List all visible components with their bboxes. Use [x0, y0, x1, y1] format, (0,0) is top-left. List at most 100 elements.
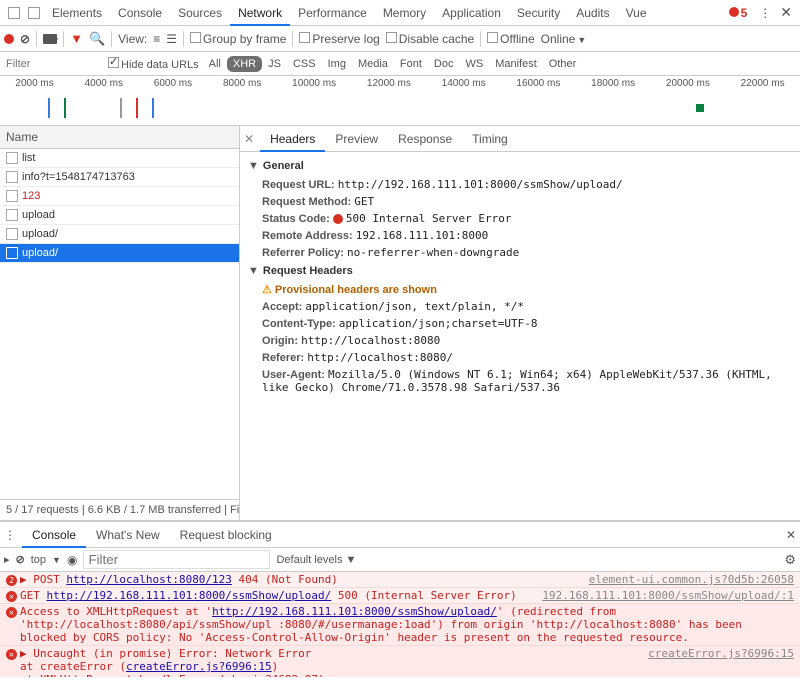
preserve-log-checkbox[interactable] — [299, 32, 310, 43]
kebab-icon[interactable]: ⋮ — [759, 6, 772, 20]
file-icon — [6, 190, 18, 202]
context-select[interactable]: top — [31, 554, 46, 566]
request-row[interactable]: list — [0, 149, 239, 168]
view-label: View: — [118, 32, 147, 46]
devtools-tabbar: ElementsConsoleSourcesNetworkPerformance… — [0, 0, 800, 26]
levels-select[interactable]: Default levels ▼ — [276, 554, 356, 566]
timeline-tick: 10000 ms — [292, 78, 336, 89]
filter-input[interactable] — [4, 56, 104, 72]
screenshot-icon[interactable] — [43, 34, 57, 44]
file-icon — [6, 247, 18, 259]
clear-icon[interactable]: ⊘ — [20, 32, 30, 46]
status-dot-icon — [333, 214, 343, 224]
filter-icon[interactable]: ▼ — [70, 31, 83, 46]
offline-checkbox[interactable] — [487, 32, 498, 43]
search-icon[interactable]: 🔍 — [89, 31, 105, 47]
hide-data-urls-checkbox[interactable] — [108, 57, 119, 68]
timeline[interactable]: 2000 ms4000 ms6000 ms8000 ms10000 ms1200… — [0, 76, 800, 126]
console-line[interactable]: 2▶ POST http://localhost:8080/123 404 (N… — [0, 572, 800, 588]
filter-chip-js[interactable]: JS — [262, 56, 287, 72]
drawer-tab-what's-new[interactable]: What's New — [86, 524, 170, 546]
filter-chip-font[interactable]: Font — [394, 56, 428, 72]
console-clear-icon[interactable]: ⊘ — [16, 553, 25, 566]
subtab-preview[interactable]: Preview — [325, 128, 388, 150]
close-icon[interactable]: ✕ — [780, 4, 792, 21]
file-icon — [6, 171, 18, 183]
large-rows-icon[interactable]: ≡ — [153, 32, 160, 46]
filter-chip-img[interactable]: Img — [322, 56, 352, 72]
console-line[interactable]: ✕Access to XMLHttpRequest at 'http://192… — [0, 604, 800, 646]
tab-vue[interactable]: Vue — [618, 2, 655, 24]
console-line[interactable]: ✕GET http://192.168.111.101:8000/ssmShow… — [0, 588, 800, 604]
error-icon: ✕ — [6, 607, 17, 618]
tab-audits[interactable]: Audits — [568, 2, 617, 24]
record-icon[interactable] — [4, 34, 14, 44]
detail-pane: ✕ HeadersPreviewResponseTiming ▼General … — [240, 126, 800, 520]
console-link[interactable]: http://localhost:8080/123 — [66, 573, 232, 586]
filter-chip-xhr[interactable]: XHR — [227, 56, 262, 72]
console-line[interactable]: ✕▶ Uncaught (in promise) Error: Network … — [0, 646, 800, 677]
subtab-response[interactable]: Response — [388, 128, 462, 150]
waterfall-icon[interactable]: ☰ — [166, 32, 177, 46]
tab-sources[interactable]: Sources — [170, 2, 230, 24]
name-header[interactable]: Name — [0, 126, 239, 149]
request-row[interactable]: upload/ — [0, 244, 239, 263]
filter-chip-ws[interactable]: WS — [459, 56, 489, 72]
timeline-tick: 6000 ms — [154, 78, 192, 89]
tab-elements[interactable]: Elements — [44, 2, 110, 24]
drawer-kebab-icon[interactable]: ⋮ — [4, 528, 16, 542]
inspect-icon[interactable] — [8, 7, 20, 19]
console-sidebar-icon[interactable]: ▸ — [4, 553, 10, 566]
console-source-link[interactable]: element-ui.common.js?0d5b:26058 — [589, 573, 794, 586]
provisional-warning: Provisional headers are shown — [248, 281, 792, 298]
throttle-select[interactable]: Online▼ — [541, 32, 587, 46]
drawer-close-icon[interactable]: ✕ — [786, 528, 796, 542]
console-source-link[interactable]: createError.js?6996:15 — [648, 647, 794, 677]
drawer-tab-request-blocking[interactable]: Request blocking — [170, 524, 282, 546]
request-headers-section[interactable]: ▼Request Headers — [248, 261, 792, 281]
filter-chip-css[interactable]: CSS — [287, 56, 322, 72]
error-icon: ✕ — [6, 649, 17, 660]
subtab-timing[interactable]: Timing — [462, 128, 518, 150]
console-settings-icon[interactable]: ⚙ — [784, 552, 796, 568]
error-icon: 2 — [6, 575, 17, 586]
disable-cache-checkbox[interactable] — [386, 32, 397, 43]
request-row[interactable]: 123 — [0, 187, 239, 206]
filter-row: Hide data URLs AllXHRJSCSSImgMediaFontDo… — [0, 52, 800, 76]
status-bar: 5 / 17 requests | 6.6 KB / 1.7 MB transf… — [0, 499, 239, 520]
file-icon — [6, 209, 18, 221]
console-filter-input[interactable] — [83, 550, 270, 569]
group-frame-checkbox[interactable] — [190, 32, 201, 43]
timeline-tick: 2000 ms — [15, 78, 53, 89]
filter-chip-all[interactable]: All — [203, 56, 227, 72]
filter-chip-doc[interactable]: Doc — [428, 56, 460, 72]
request-row[interactable]: upload/ — [0, 225, 239, 244]
tab-network[interactable]: Network — [230, 2, 290, 26]
timeline-tick: 16000 ms — [516, 78, 560, 89]
request-row[interactable]: upload — [0, 206, 239, 225]
general-section[interactable]: ▼General — [248, 156, 792, 176]
request-row[interactable]: info?t=1548174713763 — [0, 168, 239, 187]
close-detail-icon[interactable]: ✕ — [244, 132, 254, 146]
timeline-tick: 18000 ms — [591, 78, 635, 89]
device-icon[interactable] — [28, 7, 40, 19]
error-icon: ✕ — [6, 591, 17, 602]
error-badge[interactable]: 5 — [729, 6, 748, 20]
tab-security[interactable]: Security — [509, 2, 568, 24]
tab-application[interactable]: Application — [434, 2, 509, 24]
console-link[interactable]: createError.js?6996:15 — [126, 660, 272, 673]
console-source-link[interactable]: 192.168.111.101:8000/ssmShow/upload/:1 — [542, 589, 794, 602]
live-expr-icon[interactable]: ◉ — [67, 553, 77, 567]
tab-performance[interactable]: Performance — [290, 2, 375, 24]
request-list: Name listinfo?t=1548174713763123uploadup… — [0, 126, 240, 520]
tab-console[interactable]: Console — [110, 2, 170, 24]
console-drawer: ⋮ ConsoleWhat's NewRequest blocking ✕ ▸ … — [0, 521, 800, 677]
filter-chip-media[interactable]: Media — [352, 56, 394, 72]
filter-chip-other[interactable]: Other — [543, 56, 583, 72]
tab-memory[interactable]: Memory — [375, 2, 434, 24]
drawer-tab-console[interactable]: Console — [22, 524, 86, 548]
console-link[interactable]: http://192.168.111.101:8000/ssmShow/uplo… — [212, 605, 497, 618]
filter-chip-manifest[interactable]: Manifest — [489, 56, 543, 72]
console-link[interactable]: http://192.168.111.101:8000/ssmShow/uplo… — [47, 589, 332, 602]
subtab-headers[interactable]: Headers — [260, 128, 325, 152]
